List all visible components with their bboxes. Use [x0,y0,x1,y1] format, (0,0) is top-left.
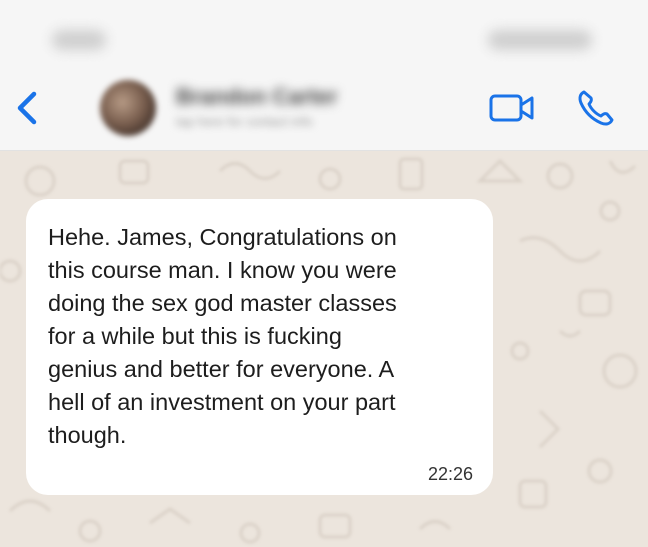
message-bubble[interactable]: Hehe. James, Congratulations on this cou… [26,199,493,495]
chat-header: Brandon Carter tap here for contact info [0,62,648,151]
status-time-blurred [52,30,106,50]
status-bar [0,0,648,62]
message-timestamp: 22:26 [427,464,473,484]
status-icons-blurred [488,30,592,50]
video-camera-icon [489,94,534,122]
voice-call-button[interactable] [574,88,618,128]
contact-subtitle[interactable]: tap here for contact info [176,114,313,129]
message-text: Hehe. James, Congratulations on this cou… [48,224,397,448]
chat-area: Hehe. James, Congratulations on this cou… [0,151,648,547]
phone-icon [578,90,614,126]
chevron-left-icon [17,91,37,125]
back-button[interactable] [10,88,46,128]
video-call-button[interactable] [488,92,536,124]
contact-name[interactable]: Brandon Carter [176,84,337,110]
avatar[interactable] [100,80,156,136]
